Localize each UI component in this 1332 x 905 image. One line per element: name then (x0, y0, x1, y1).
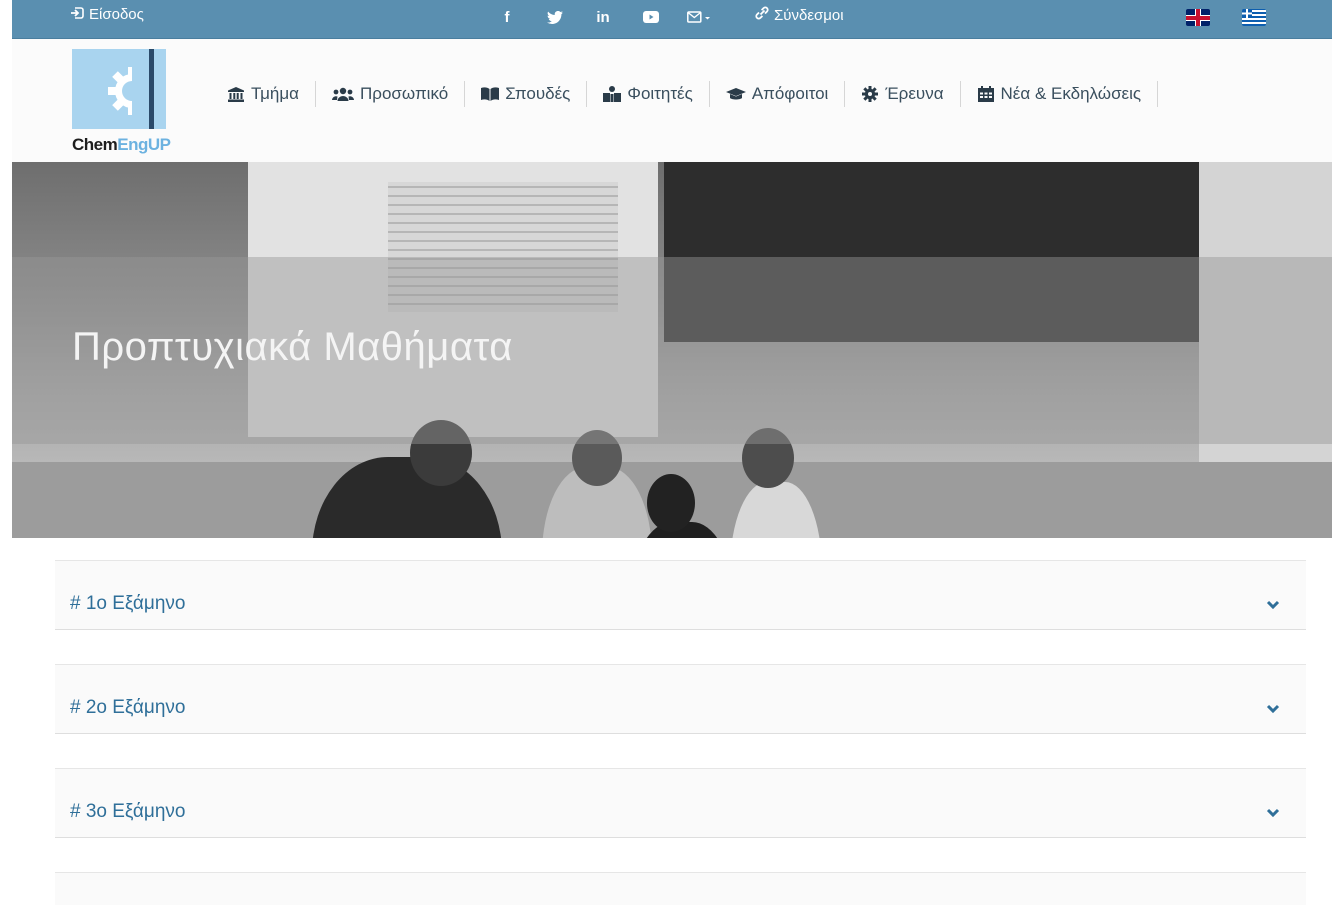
graduation-cap-icon (725, 86, 746, 102)
accordion-item-semester-1[interactable]: # 1ο Εξάμηνο (55, 560, 1306, 630)
linkedin-icon[interactable]: in (586, 6, 620, 28)
links-label: Σύνδεσμοι (774, 6, 844, 24)
link-icon (754, 6, 770, 24)
book-icon (481, 86, 500, 102)
accordion-label: # 3ο Εξάμηνο (70, 801, 186, 822)
calendar-icon (977, 86, 995, 102)
login-link[interactable]: Είσοδος (70, 6, 144, 23)
nav-label: Έρευνα (885, 84, 944, 103)
chevron-down-icon[interactable] (1266, 805, 1280, 819)
social-links: f in (490, 6, 730, 28)
nav-label: Προσωπικό (360, 84, 449, 103)
top-bar: Είσοδος f in Σύνδεσμοι (12, 0, 1332, 39)
accordion-item-next[interactable] (55, 872, 1306, 905)
nav-label: Τμήμα (251, 84, 300, 103)
links-dropdown[interactable]: Σύνδεσμοι (754, 6, 844, 24)
logo-text: ChemEngUP (72, 135, 171, 155)
university-icon (227, 86, 245, 102)
english-flag-icon[interactable] (1186, 9, 1210, 26)
nav-label: Φοιτητές (627, 84, 693, 103)
nav-label: Νέα & Εκδηλώσεις (1000, 84, 1142, 103)
student-icon (603, 86, 622, 102)
main-nav: Τμήμα Προσωπικό Σπουδές Φοιτητές Απόφοιτ… (227, 81, 1159, 107)
accordion-label: # 2ο Εξάμηνο (70, 697, 186, 718)
nav-divider (1157, 81, 1159, 107)
language-switcher (1186, 9, 1266, 26)
login-label: Είσοδος (89, 6, 144, 23)
logo-text-light: EngUP (117, 135, 171, 154)
sign-in-icon (70, 6, 84, 23)
page-title: Προπτυχιακά Μαθήματα (72, 325, 513, 369)
youtube-icon[interactable] (634, 6, 668, 28)
logo-text-dark: Chem (72, 135, 118, 154)
nav-item-department[interactable]: Τμήμα (227, 81, 315, 107)
hero-banner: Προπτυχιακά Μαθήματα (12, 162, 1332, 538)
site-logo[interactable]: ChemEngUP (72, 49, 171, 154)
nav-label: Σπουδές (505, 84, 571, 103)
gear-icon (861, 86, 879, 102)
hero-person-head (647, 474, 695, 532)
nav-item-news-events[interactable]: Νέα & Εκδηλώσεις (961, 81, 1158, 107)
logo-bar (149, 49, 154, 129)
accordion-item-semester-2[interactable]: # 2ο Εξάμηνο (55, 664, 1306, 734)
nav-item-studies[interactable]: Σπουδές (465, 81, 586, 107)
nav-item-alumni[interactable]: Απόφοιτοι (710, 81, 844, 107)
twitter-icon[interactable] (538, 6, 572, 28)
nav-item-students[interactable]: Φοιτητές (587, 81, 708, 107)
nav-item-staff[interactable]: Προσωπικό (316, 81, 464, 107)
site-header: ChemEngUP Τμήμα Προσωπικό Σπουδές Φοιτητ… (12, 39, 1332, 162)
users-icon (332, 86, 355, 102)
accordion-label: # 1ο Εξάμηνο (70, 593, 186, 614)
accordion-item-semester-3[interactable]: # 3ο Εξάμηνο (55, 768, 1306, 838)
semester-accordion: # 1ο Εξάμηνο # 2ο Εξάμηνο # 3ο Εξάμηνο (55, 560, 1306, 905)
mail-icon[interactable] (682, 6, 716, 28)
nav-label: Απόφοιτοι (751, 84, 829, 103)
facebook-icon[interactable]: f (490, 6, 524, 28)
chevron-down-icon[interactable] (1266, 701, 1280, 715)
nav-item-research[interactable]: Έρευνα (845, 81, 959, 107)
chevron-down-icon[interactable] (1266, 597, 1280, 611)
greek-flag-icon[interactable] (1242, 9, 1266, 26)
